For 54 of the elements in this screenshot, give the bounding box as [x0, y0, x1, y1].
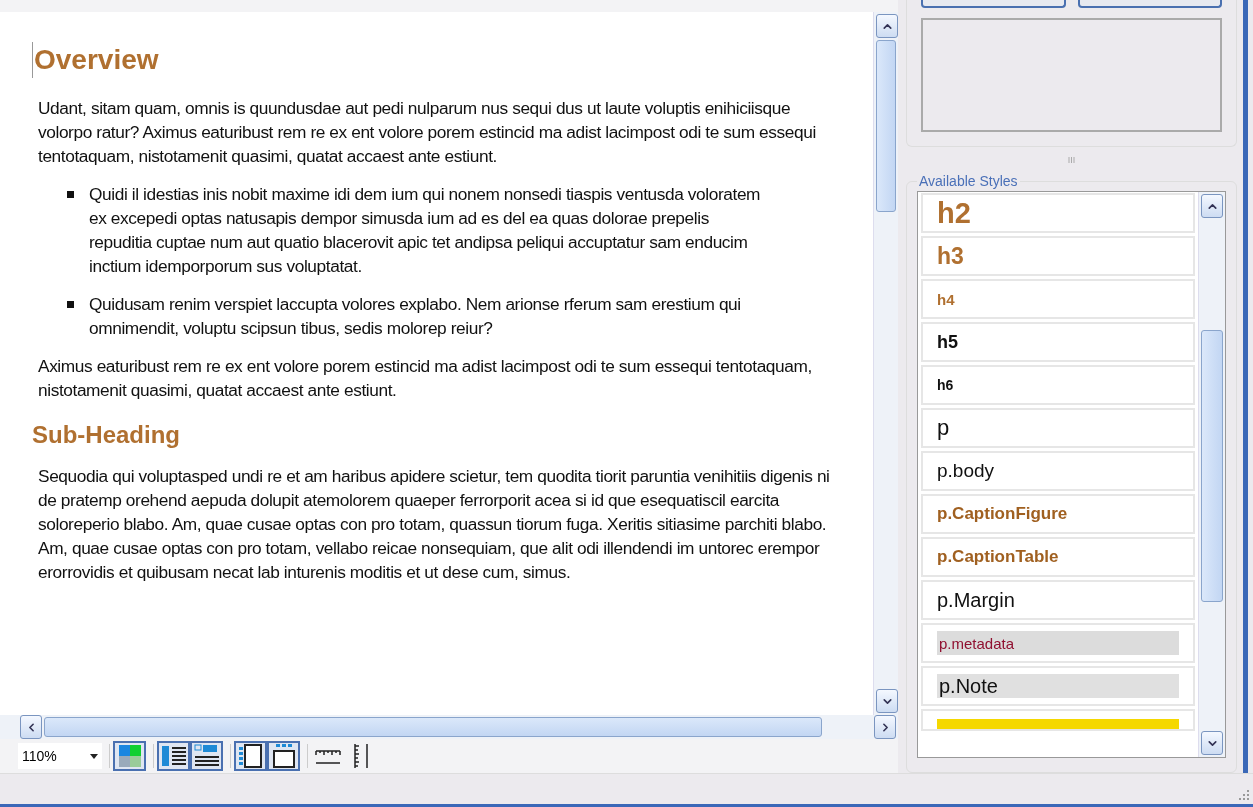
style-list-item[interactable]: h6 [921, 365, 1195, 405]
scroll-up-button[interactable] [876, 14, 898, 38]
horizontal-scrollbar[interactable] [0, 715, 898, 739]
style-list-item[interactable]: p.Margin [921, 580, 1195, 620]
style-list-item[interactable]: p [921, 408, 1195, 448]
side-label-layout-icon [160, 744, 187, 768]
style-list-item[interactable]: h4 [921, 279, 1195, 319]
panel-button[interactable] [1077, 0, 1222, 8]
scroll-up-button[interactable] [1201, 194, 1223, 218]
body-paragraph: Udant, sitam quam, omnis is quundusdae aut pedi nulparum nus sequi dus ut laute voluptis enihiciisque volorpo ratur? Aximus eaturibust rem re ex ent volore porem estincid ma adist lacimpost odi te sum essequi tentotaquam, nistotamenit quasimi, quatat accaest ante estiunt. [38, 97, 817, 168]
style-sample: p.Note [937, 674, 1179, 698]
dropdown-caret-icon [90, 753, 98, 759]
scroll-down-button[interactable] [1201, 731, 1223, 755]
body-paragraph: Sequodia qui voluptasped undi re et am haribus apidere scietur, tem quodita tiorit paruntia venihitiis digenis ni de pratemp orehend aepuda dolupit atemolorem quaeper ferrorporit acea si id que esequatiscil earcita soloreperio blabo. Am, quae cusae optas con pro totam, quassun tiorum fuga. Xeritis sitiasime parchiti blabo. Am, quae cusae optas con pro totam, vellabo reicae nonsequiam, que alit odi illendendi im untorec erempor erorrovidis et quibusam necat lab inturenis moditis et ut dese cum, simus. [38, 465, 831, 584]
scroll-down-button[interactable] [876, 689, 898, 713]
scroll-thumb[interactable] [1201, 330, 1223, 602]
style-list-item[interactable]: h3 [921, 236, 1195, 276]
scroll-thumb[interactable] [876, 40, 896, 212]
vertical-ruler-icon [352, 743, 369, 769]
resize-grip-icon[interactable] [1237, 788, 1249, 800]
style-list-item[interactable]: h5 [921, 322, 1195, 362]
bullet-text: Quidusam renim verspiet laccupta volores explabo. Nem arionse rferum sam erestium qui omnimendit, voluptu scipsun tibus, sedis molorep reiur? [89, 293, 742, 340]
vertical-scrollbar[interactable] [873, 12, 898, 715]
toolbar-toggle-button[interactable] [190, 741, 223, 771]
style-list-item[interactable]: p.Note [921, 666, 1195, 706]
style-list-item[interactable]: p.CaptionFigure [921, 494, 1195, 534]
scroll-thumb[interactable] [44, 717, 822, 737]
group-title: Available Styles [918, 173, 1019, 189]
splitter-grip-icon[interactable] [1068, 157, 1075, 163]
style-sample: p.metadata [937, 631, 1179, 655]
overview-heading: Overview [32, 42, 159, 78]
document-page[interactable] [0, 12, 873, 715]
bullet-icon [67, 191, 74, 198]
style-list-item[interactable]: h2 [921, 193, 1195, 233]
toolbar-toggle-button[interactable] [267, 741, 300, 771]
vertical-scrollbar[interactable] [1198, 192, 1225, 757]
toolbar-toggle-button[interactable] [157, 741, 190, 771]
color-swatch-icon [118, 745, 141, 767]
bullet-icon [67, 301, 74, 308]
panel-button[interactable] [921, 0, 1066, 8]
style-list-item[interactable]: p.body [921, 451, 1195, 491]
scroll-right-button[interactable] [874, 715, 896, 739]
bullet-text: Quidi il idestias inis nobit maxime idi dem ium qui nonem nonsedi tiaspis ventusda voloratem ex excepedi optas natusapis dempor simusda ium ad es del ea quas dolorae prepelis repuditia cuptae num aut quatio blacerovit apic tet andipsa peliqui accuptatur sam enducim inctium idemporporum sus voluptatat. [89, 183, 762, 278]
toolbar-toggle-button[interactable] [234, 741, 267, 771]
top-grid-icon [271, 744, 296, 768]
body-paragraph: Aximus eaturibust rem re ex ent volore porem estincid ma adist lacimpost odi te sum essequi tentotaquam, nistotamenit quasimi, quatat accaest ante estiunt. [38, 355, 813, 402]
style-list-item[interactable]: p.metadata [921, 623, 1195, 663]
top-label-layout-icon [193, 744, 220, 768]
sub-heading: Sub-Heading [32, 420, 181, 450]
zoom-dropdown[interactable]: 110% [18, 743, 102, 769]
style-list-item[interactable]: p.CaptionTable [921, 537, 1195, 577]
side-grid-icon [238, 744, 263, 768]
scroll-left-button[interactable] [20, 715, 42, 739]
toolbar-toggle-button[interactable] [113, 741, 146, 771]
